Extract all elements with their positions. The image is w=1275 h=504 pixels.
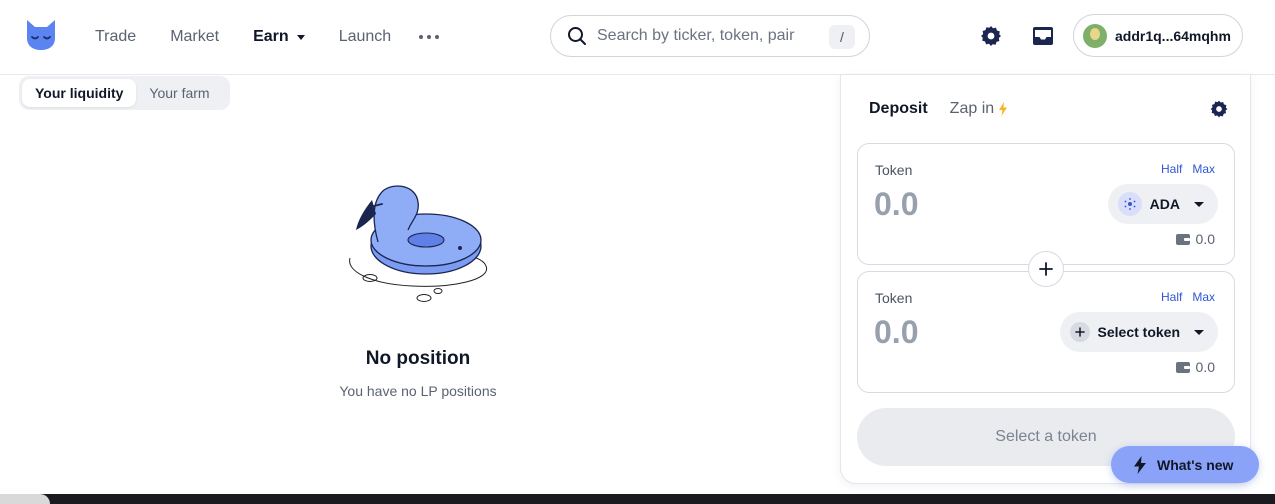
chevron-down-icon [1194, 201, 1204, 207]
tab-your-farm[interactable]: Your farm [136, 79, 222, 107]
chevron-down-icon [1194, 329, 1204, 335]
bottom-edge-bar [0, 494, 1275, 504]
lightning-icon [999, 102, 1008, 116]
nav-earn[interactable]: Earn [253, 28, 305, 46]
half-button[interactable]: Half [1161, 162, 1182, 176]
amount-input-1[interactable] [874, 186, 1024, 223]
tab-deposit[interactable]: Deposit [869, 100, 928, 118]
token-label: Token [875, 162, 913, 178]
wallet-icon [1175, 234, 1190, 245]
liquidity-toggle: Your liquidity Your farm [19, 76, 230, 110]
select-token-button[interactable]: Select token [1059, 312, 1218, 352]
search-bar: / [550, 15, 870, 57]
half-button[interactable]: Half [1161, 290, 1182, 304]
wallet-button[interactable]: addr1q...64mqhm [1073, 14, 1243, 57]
whats-new-button[interactable]: What's new [1111, 446, 1259, 483]
cat-logo-icon[interactable] [24, 18, 58, 52]
main-nav: Trade Market Earn Launch [95, 0, 440, 74]
plus-icon [1069, 322, 1090, 342]
amount-shortcuts: Half Max [1161, 162, 1215, 176]
amount-input-2[interactable] [874, 314, 1024, 351]
token-name: Select token [1097, 324, 1180, 340]
amount-shortcuts: Half Max [1161, 290, 1215, 304]
token-balance: 0.0 [1175, 359, 1215, 375]
chevron-down-icon [296, 34, 305, 40]
max-button[interactable]: Max [1192, 162, 1215, 176]
nav-market[interactable]: Market [170, 28, 219, 46]
more-menu-icon[interactable] [419, 35, 440, 39]
lightning-icon [1134, 455, 1146, 474]
empty-state-title: No position [365, 348, 471, 369]
token-balance: 0.0 [1175, 231, 1215, 247]
plus-icon [1039, 262, 1053, 276]
nav-launch[interactable]: Launch [339, 28, 392, 46]
empty-state-subtitle: You have no LP positions [339, 383, 497, 399]
panel-tabs: Deposit Zap in [869, 100, 1030, 118]
add-pair-button[interactable] [1028, 251, 1064, 287]
gear-icon[interactable] [979, 24, 1003, 48]
search-shortcut-key: / [829, 25, 855, 49]
panel-settings-gear-icon[interactable] [1209, 99, 1229, 119]
search-input[interactable] [597, 27, 817, 45]
ada-icon [1117, 192, 1142, 216]
token-label: Token [875, 290, 913, 306]
token-input-box-1: Token Half Max ADA [857, 143, 1235, 265]
max-button[interactable]: Max [1192, 290, 1215, 304]
token-name: ADA [1149, 196, 1180, 212]
top-header: Trade Market Earn Launch / addr1q...64mq… [0, 0, 1275, 75]
deposit-panel: Deposit Zap in Token Half Max 0.0 ADA 0.… [840, 75, 1251, 484]
avatar [1083, 23, 1107, 48]
tab-your-liquidity[interactable]: Your liquidity [22, 79, 137, 107]
search-icon [568, 27, 586, 45]
token-input-box-2: Token Half Max Select token [857, 271, 1235, 393]
tab-zap-in[interactable]: Zap in [950, 100, 1008, 118]
token-select-ada[interactable]: ADA [1107, 184, 1218, 224]
nav-trade[interactable]: Trade [95, 28, 136, 46]
wallet-icon [1175, 362, 1190, 373]
wallet-address: addr1q...64mqhm [1115, 27, 1231, 44]
app-root: Trade Market Earn Launch / addr1q...64mq… [0, 0, 1275, 504]
inbox-icon[interactable] [1031, 24, 1055, 48]
flamingo-float-icon [349, 185, 487, 302]
